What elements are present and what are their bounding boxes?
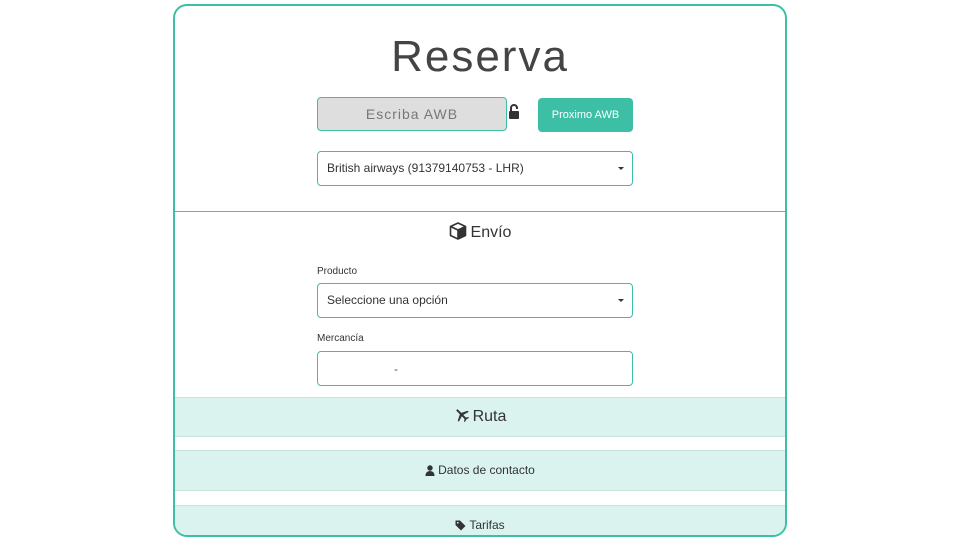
box-icon	[449, 222, 466, 240]
product-label: Producto	[317, 266, 358, 277]
section-divider	[175, 211, 785, 212]
contacto-section-header[interactable]: Datos de contacto	[175, 450, 785, 491]
tarifas-title: Tarifas	[469, 518, 505, 532]
ruta-title: Ruta	[472, 408, 507, 425]
reserva-card: Reserva Proximo AWB British airways (913…	[173, 4, 787, 537]
tag-icon	[455, 520, 466, 531]
user-icon	[425, 465, 435, 476]
unlocked-padlock-icon[interactable]	[508, 104, 520, 120]
awb-input[interactable]	[317, 97, 507, 131]
chevron-down-icon	[618, 299, 624, 302]
chevron-down-icon	[618, 167, 624, 170]
product-selected-value: Seleccione una opción	[327, 293, 448, 307]
next-awb-button[interactable]: Proximo AWB	[538, 98, 633, 132]
merchandise-value: -	[394, 362, 398, 376]
contacto-title: Datos de contacto	[438, 463, 535, 477]
airline-selected-value: British airways (91379140753 - LHR)	[327, 161, 524, 175]
airline-select[interactable]: British airways (91379140753 - LHR)	[317, 151, 633, 186]
tarifas-section-header[interactable]: Tarifas	[175, 505, 785, 535]
airplane-icon	[455, 409, 469, 423]
ruta-section-header[interactable]: Ruta	[175, 397, 785, 437]
merchandise-label: Mercancía	[317, 333, 364, 344]
product-select[interactable]: Seleccione una opción	[317, 283, 633, 318]
envio-section-header: Envío	[175, 222, 785, 242]
merchandise-input[interactable]: -	[317, 351, 633, 386]
envio-title: Envío	[470, 224, 512, 241]
page-title: Reserva	[391, 32, 569, 81]
